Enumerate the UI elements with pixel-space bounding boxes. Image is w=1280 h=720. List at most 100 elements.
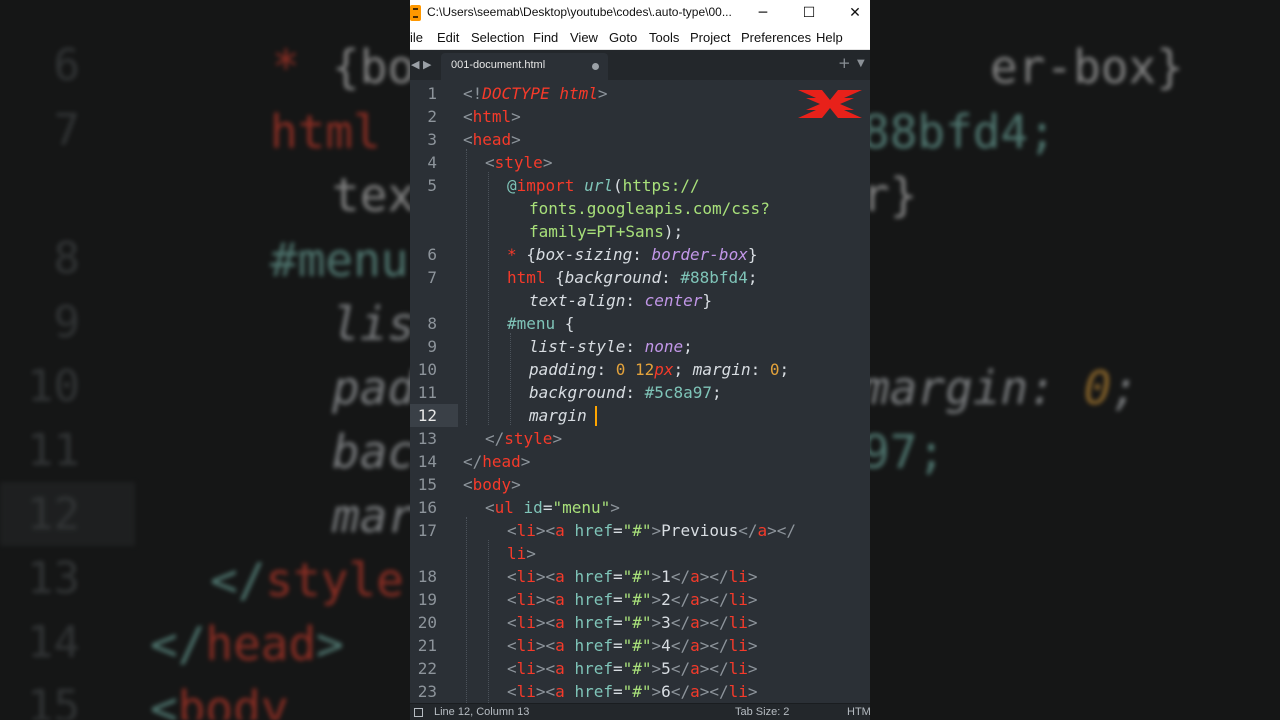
code-line: <li><a href="#">1</a></li> [507, 567, 758, 586]
line-number: 23 [417, 682, 437, 701]
menu-help[interactable]: Help [816, 30, 843, 45]
bg-code: </head> [150, 617, 344, 671]
menu-selection[interactable]: Selection [471, 30, 524, 45]
code-line: background: #5c8a97; [529, 383, 722, 402]
menu-goto[interactable]: Goto [609, 30, 637, 45]
code-line: @import url(https:// [507, 176, 700, 195]
line-number: 8 [427, 314, 437, 333]
line-number: 6 [427, 245, 437, 264]
bg-code: 88bfd4; [862, 105, 1056, 159]
menu-file[interactable]: ile [410, 30, 423, 45]
channel-logo-icon [798, 90, 862, 118]
code-line: <li><a href="#">4</a></li> [507, 636, 758, 655]
line-number: 18 [417, 567, 437, 586]
tab-scroll-right-icon[interactable]: ▶ [423, 58, 431, 71]
code-line: html {background: #88bfd4; [507, 268, 758, 287]
code-line: <li><a href="#">3</a></li> [507, 613, 758, 632]
code-line: * {box-sizing: border-box} [507, 245, 758, 264]
code-line: <li><a href="#">2</a></li> [507, 590, 758, 609]
bg-line-number: 12 [27, 489, 80, 540]
bg-code: pad [332, 361, 416, 415]
menu-preferences[interactable]: Preferences [741, 30, 811, 45]
code-line: <html> [463, 107, 521, 126]
menu-project[interactable]: Project [690, 30, 730, 45]
close-icon[interactable]: ✕ [832, 0, 870, 26]
line-number: 19 [417, 590, 437, 609]
line-number: 13 [417, 429, 437, 448]
sublime-text-icon [410, 5, 421, 21]
code-line: </style> [485, 429, 563, 448]
line-number: 4 [427, 153, 437, 172]
line-number: 17 [417, 521, 437, 540]
line-number-current: 12 [417, 406, 437, 425]
bg-line-number: 9 [53, 297, 81, 348]
bg-code: lis [332, 297, 416, 351]
bg-code: bac [332, 425, 416, 479]
panel-toggle-icon[interactable] [414, 708, 423, 717]
code-line: list-style: none; [529, 337, 693, 356]
code-line: family=PT+Sans); [529, 222, 684, 241]
line-number: 5 [427, 176, 437, 195]
minimize-icon[interactable]: ─ [740, 0, 786, 26]
menu-find[interactable]: Find [533, 30, 558, 45]
code-line: <body> [463, 475, 521, 494]
window-title: C:\Users\seemab\Desktop\youtube\codes\.a… [427, 5, 732, 19]
code-line: <style> [485, 153, 553, 172]
indent-guide [466, 149, 467, 425]
line-number: 14 [417, 452, 437, 471]
code-line: </head> [463, 452, 531, 471]
bg-code: er-box} [990, 40, 1184, 94]
modified-dot-icon[interactable] [592, 63, 599, 70]
tab-list-dropdown-icon[interactable]: ▼ [857, 58, 865, 69]
line-number: 11 [417, 383, 437, 402]
maximize-icon[interactable]: ☐ [786, 0, 832, 26]
text-caret [595, 406, 597, 426]
menu-tools[interactable]: Tools [649, 30, 679, 45]
line-number: 16 [417, 498, 437, 517]
line-number: 3 [427, 130, 437, 149]
line-number: 21 [417, 636, 437, 655]
code-line: <!DOCTYPE html> [463, 84, 608, 103]
new-tab-plus-icon[interactable]: + [838, 54, 851, 72]
tab-label: 001-document.html [451, 59, 546, 71]
bg-line-number: 13 [27, 553, 80, 604]
bg-code: <body [150, 681, 289, 720]
line-number: 10 [417, 360, 437, 379]
bg-line-number: 8 [53, 233, 81, 284]
bg-code: html [270, 105, 381, 159]
bg-code: #menu [270, 233, 409, 287]
syntax-mode[interactable]: HTM [847, 706, 870, 718]
code-line: <li><a href="#">Previous</a></ [507, 521, 797, 540]
indent-guide [466, 517, 467, 703]
code-line: li> [507, 544, 536, 563]
code-line-current: margin [529, 406, 587, 425]
code-line: <li><a href="#">6</a></li> [507, 682, 758, 701]
tab-001-document[interactable]: 001-document.html [441, 53, 608, 80]
status-bar: Line 12, Column 13 Tab Size: 2 HTM [410, 703, 870, 720]
menu-view[interactable]: View [570, 30, 598, 45]
vertical-scrollbar[interactable] [862, 80, 870, 703]
line-number: 9 [427, 337, 437, 356]
indent-guide [488, 540, 489, 703]
bg-code: tex [332, 168, 416, 222]
line-number: 20 [417, 613, 437, 632]
tab-size[interactable]: Tab Size: 2 [735, 706, 789, 718]
indent-guide [510, 333, 511, 425]
tab-scroll-left-icon[interactable]: ◀ [411, 58, 419, 71]
menu-edit[interactable]: Edit [437, 30, 459, 45]
menu-bar: ile Edit Selection Find View Goto Tools … [410, 26, 870, 50]
code-line: fonts.googleapis.com/css? [529, 199, 770, 218]
line-number: 7 [427, 268, 437, 287]
indent-guide [488, 172, 489, 425]
code-line: <ul id="menu"> [485, 498, 620, 517]
bg-line-number: 10 [27, 361, 80, 412]
cursor-position[interactable]: Line 12, Column 13 [434, 706, 529, 718]
code-editor[interactable]: 1 2 3 4 5 6 7 8 9 10 11 12 13 14 15 16 1… [410, 80, 870, 703]
bg-code: margin: 0; [862, 361, 1139, 415]
line-number: 1 [427, 84, 437, 103]
line-number: 22 [417, 659, 437, 678]
bg-line-number: 15 [27, 681, 80, 720]
code-line: #menu { [507, 314, 575, 333]
bg-line-number: 14 [27, 617, 80, 668]
bg-code: r} [862, 168, 918, 222]
